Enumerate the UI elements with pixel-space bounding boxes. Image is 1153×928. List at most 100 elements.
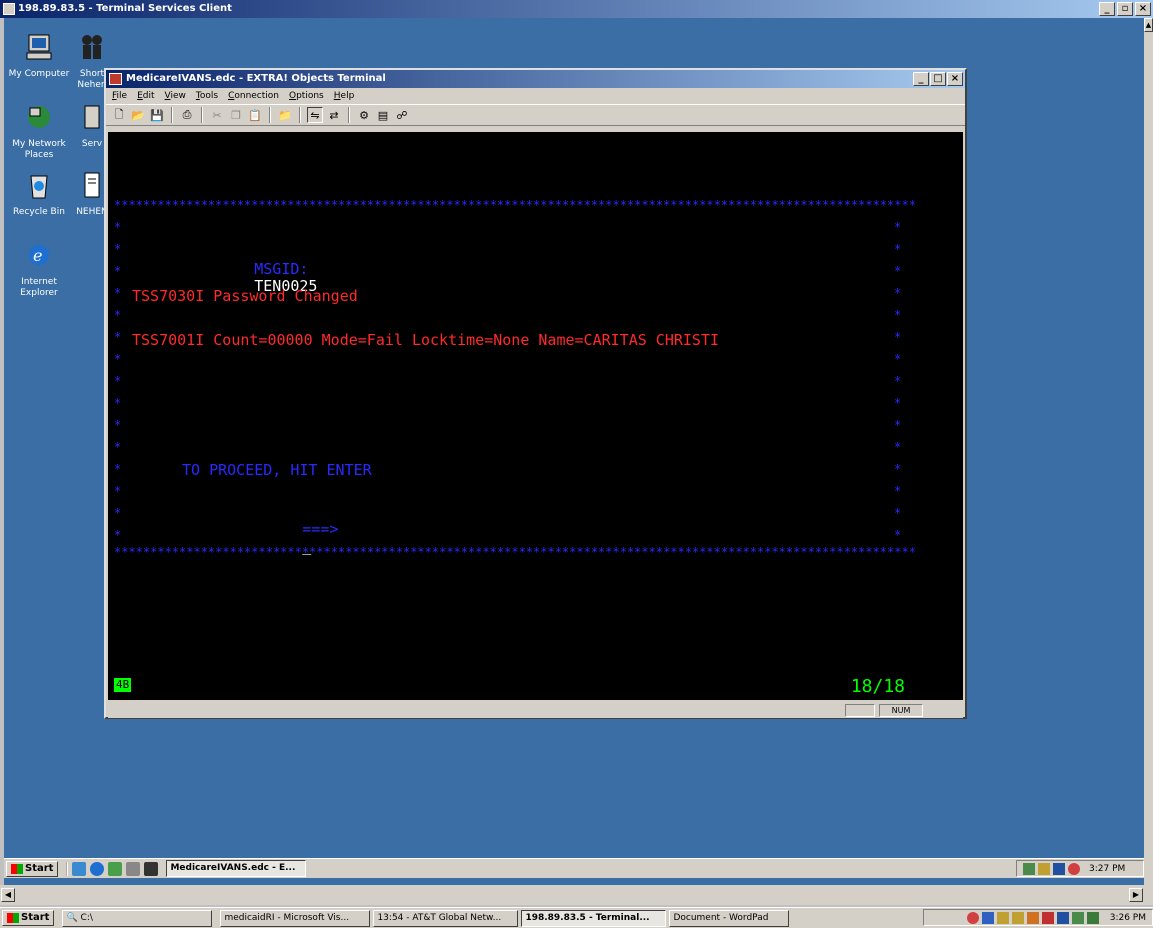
tray-network-icon[interactable]: [1071, 911, 1084, 924]
scroll-left-arrow-icon[interactable]: ◀: [1, 888, 15, 902]
terminal-title: MedicareIVANS.edc - EXTRA! Objects Termi…: [126, 73, 386, 84]
macro-icon[interactable]: ⚙: [356, 107, 372, 123]
restore-button[interactable]: ▫: [1117, 2, 1133, 16]
border-star: *: [894, 484, 902, 498]
outlook-icon[interactable]: [108, 861, 123, 876]
remote-start-button[interactable]: Start: [6, 860, 59, 877]
terminal-screen[interactable]: ****************************************…: [108, 132, 963, 682]
operator-info-area: 4B 18/18: [108, 674, 963, 700]
border-star: *: [894, 242, 902, 256]
new-icon[interactable]: 🗋: [111, 107, 127, 123]
toolbar-separator: [201, 107, 203, 123]
host-task-terminal[interactable]: 198.89.83.5 - Terminal...: [521, 909, 667, 927]
address-bar[interactable]: 🔍 C:\: [62, 909, 213, 927]
shortcut-icon: [82, 35, 102, 59]
border-star: *: [114, 440, 122, 454]
ts-client-title-bar[interactable]: 198.89.83.5 - Terminal Services Client _…: [0, 0, 1153, 18]
minimize-button[interactable]: _: [1099, 2, 1115, 16]
border-star: *: [114, 264, 122, 278]
menu-options[interactable]: Options: [289, 88, 324, 104]
paste-icon[interactable]: 📋: [247, 107, 263, 123]
msgid-label: MSGID:: [254, 260, 309, 278]
border-star: *: [894, 308, 902, 322]
border-star: *: [114, 528, 122, 542]
save-icon[interactable]: 💾: [149, 107, 165, 123]
toolbar-separator: [269, 107, 271, 123]
close-button[interactable]: ×: [1135, 2, 1151, 16]
ie-quicklaunch-icon[interactable]: [90, 861, 105, 876]
host-task-wordpad[interactable]: Document - WordPad: [669, 909, 790, 927]
border-star: *: [894, 264, 902, 278]
terminal-minimize-button[interactable]: _: [913, 72, 929, 86]
document-icon: [84, 172, 100, 198]
network-icon: [28, 106, 50, 128]
menu-view[interactable]: View: [165, 88, 186, 104]
svg-text:e: e: [33, 246, 42, 265]
proceed-instruction: TO PROCEED, HIT ENTER: [182, 461, 372, 479]
border-star: *: [114, 352, 122, 366]
border-star: *: [114, 396, 122, 410]
tray-alert-icon[interactable]: [1041, 911, 1054, 924]
ts-vertical-scrollbar[interactable]: ▲: [1144, 18, 1153, 885]
scroll-up-arrow-icon[interactable]: ▲: [1144, 18, 1153, 32]
terminal-maximize-button[interactable]: □: [930, 72, 946, 86]
border-star: *: [114, 220, 122, 234]
desktop-icon-network[interactable]: My Network Places: [4, 102, 74, 161]
num-lock-indicator: NUM: [879, 704, 923, 717]
tray-monitor-icon[interactable]: [1053, 862, 1065, 875]
cut-icon[interactable]: ✂: [209, 107, 225, 123]
recycle-bin-icon: [30, 175, 48, 199]
ts-client-icon: [3, 3, 15, 15]
host-taskbar: Start 🔍 C:\ medicaidRI - Microsoft Vis..…: [0, 907, 1153, 928]
input-cursor[interactable]: _: [302, 537, 311, 555]
connect-icon[interactable]: ⇋: [307, 107, 323, 123]
toolbar: 🗋 📂 💾 ⎙ ✂ ❐ 📋 📁 ⇋ ⇄ ⚙ ▤ ☍: [106, 104, 965, 126]
transfer-icon[interactable]: ▤: [375, 107, 391, 123]
show-desktop-icon[interactable]: [72, 861, 87, 876]
terminal-title-bar[interactable]: MedicareIVANS.edc - EXTRA! Objects Termi…: [106, 70, 965, 88]
copy-icon[interactable]: ❐: [228, 107, 244, 123]
host-task-att-network[interactable]: 13:54 - AT&T Global Netw...: [373, 909, 519, 927]
remote-desktop: My Computer Short Nehen My Network Place…: [4, 18, 1144, 885]
tray-tool-icon[interactable]: [996, 911, 1009, 924]
password-changed-message: TSS7030I Password Changed: [132, 287, 358, 305]
disconnect-icon[interactable]: ⇄: [326, 107, 342, 123]
quickpad-icon[interactable]: ☍: [394, 107, 410, 123]
tray-network-icon[interactable]: [1023, 862, 1035, 875]
tray-alert-icon[interactable]: [1068, 862, 1080, 875]
session-folder-icon[interactable]: 📁: [277, 107, 293, 123]
print-icon[interactable]: ⎙: [179, 107, 195, 123]
menu-edit[interactable]: Edit: [137, 88, 154, 104]
menu-file[interactable]: File: [112, 88, 127, 104]
menu-connection[interactable]: Connection: [228, 88, 279, 104]
users-icon[interactable]: [144, 861, 159, 876]
menu-tools[interactable]: Tools: [196, 88, 218, 104]
remote-task-medicare[interactable]: MedicareIVANS.edc - E...: [166, 860, 307, 877]
tray-tool-icon[interactable]: [1011, 911, 1024, 924]
desktop-icon-my-computer[interactable]: My Computer: [4, 32, 74, 80]
tray-app-icon[interactable]: [981, 911, 994, 924]
tray-shield-icon[interactable]: [1026, 911, 1039, 924]
toolbar-separator: [299, 107, 301, 123]
desktop-icon-ie[interactable]: e Internet Explorer: [4, 240, 74, 299]
border-star: *: [114, 418, 122, 432]
terminal-close-button[interactable]: ×: [947, 72, 963, 86]
host-task-visual-studio[interactable]: medicaidRI - Microsoft Vis...: [220, 909, 371, 927]
keyboard-indicator: 4B: [114, 678, 132, 692]
scroll-right-arrow-icon[interactable]: ▶: [1129, 888, 1143, 902]
tray-stop-icon[interactable]: [966, 911, 979, 924]
tray-network-icon[interactable]: [1086, 911, 1099, 924]
ts-horizontal-scrollbar[interactable]: ◀ ▶: [0, 885, 1153, 905]
menu-bar: File Edit View Tools Connection Options …: [106, 88, 965, 104]
open-folder-icon[interactable]: 📂: [130, 107, 146, 123]
host-start-button[interactable]: Start: [2, 910, 55, 926]
search-icon[interactable]: [126, 861, 141, 876]
windows-flag-icon: [7, 913, 19, 923]
tray-app-icon[interactable]: [1038, 862, 1050, 875]
tray-monitor-icon[interactable]: [1056, 911, 1069, 924]
border-star: *: [894, 286, 902, 300]
menu-help[interactable]: Help: [334, 88, 355, 104]
border-star: *: [114, 330, 122, 344]
desktop-icon-recycle-bin[interactable]: Recycle Bin: [4, 170, 74, 218]
toolbar-separator: [348, 107, 350, 123]
